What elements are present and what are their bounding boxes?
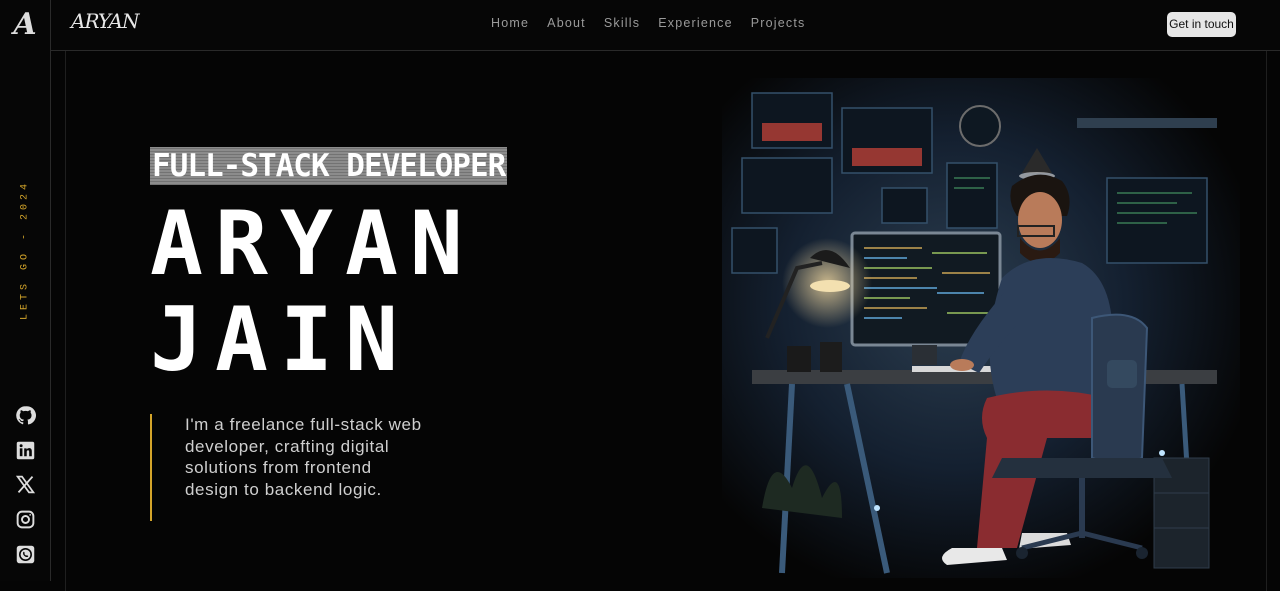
nav-projects[interactable]: Projects xyxy=(751,16,806,30)
whatsapp-icon[interactable] xyxy=(15,544,36,565)
hero-name-first: ARYAN xyxy=(150,192,475,295)
instagram-icon[interactable] xyxy=(15,509,36,530)
nav-skills[interactable]: Skills xyxy=(604,16,640,30)
left-rail: A LETS GO - 2024 xyxy=(0,0,51,581)
nav-home[interactable]: Home xyxy=(491,16,529,30)
hero-bio: I'm a freelance full-stack web developer… xyxy=(150,414,425,521)
nav-experience[interactable]: Experience xyxy=(658,16,733,30)
hero-subtitle: FULL-STACK DEVELOPER xyxy=(150,147,508,185)
hero-name-last: JAIN xyxy=(150,288,410,391)
linkedin-icon[interactable] xyxy=(15,440,36,461)
top-header: ARYAN Home About Skills Experience Proje… xyxy=(51,0,1280,51)
nav-about[interactable]: About xyxy=(547,16,586,30)
developer-illustration xyxy=(722,78,1240,578)
brand-logo[interactable]: ARYAN xyxy=(71,9,139,33)
github-icon[interactable] xyxy=(15,405,36,426)
get-in-touch-button[interactable]: Get in touch xyxy=(1167,12,1236,37)
x-icon[interactable] xyxy=(15,474,36,495)
rail-tagline: LETS GO - 2024 xyxy=(19,179,31,321)
logo-icon[interactable]: A xyxy=(12,10,38,40)
main-nav: Home About Skills Experience Projects xyxy=(491,16,824,30)
